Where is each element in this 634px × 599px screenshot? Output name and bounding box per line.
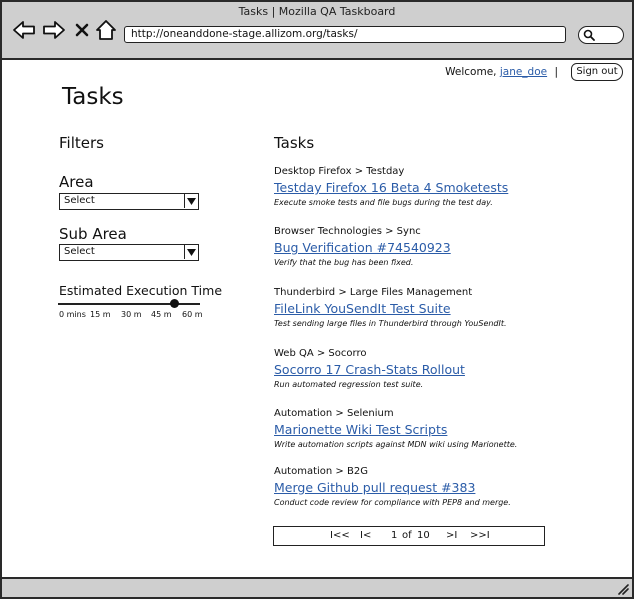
home-icon[interactable] (94, 18, 118, 42)
chevron-down-icon[interactable] (184, 245, 198, 259)
last-page-button[interactable]: >>I (470, 530, 490, 541)
browser-toolbar: Tasks | Mozilla QA Taskboard http://onea… (2, 2, 632, 60)
task-description: Test sending large files in Thunderbird … (274, 319, 507, 328)
slider-handle[interactable] (169, 299, 179, 308)
window-title: Tasks | Mozilla QA Taskboard (238, 5, 396, 18)
subarea-select-value: Select (64, 246, 95, 257)
task-title-link[interactable]: FileLink YouSendIt Test Suite (274, 301, 564, 316)
slider-tick-label: 30 m (121, 310, 142, 319)
task-category: Automation > B2G (274, 466, 368, 477)
task-item: Browser Technologies > Sync Bug Verifica… (274, 226, 564, 267)
welcome-message: Welcome, jane_doe | (445, 66, 562, 78)
subarea-label: Sub Area (59, 225, 127, 243)
task-title-link[interactable]: Socorro 17 Crash-Stats Rollout (274, 362, 564, 377)
task-category: Web QA > Socorro (274, 348, 367, 359)
task-category: Automation > Selenium (274, 408, 394, 419)
task-title-link[interactable]: Testday Firefox 16 Beta 4 Smoketests (274, 180, 564, 195)
back-arrow-icon[interactable] (12, 18, 36, 42)
first-page-button[interactable]: I<< (330, 530, 350, 541)
filters-heading: Filters (59, 134, 104, 152)
task-description: Execute smoke tests and file bugs during… (274, 198, 493, 207)
page-title: Tasks (62, 84, 124, 110)
area-select[interactable]: Select (59, 193, 199, 210)
task-item: Automation > B2G Merge Github pull reque… (274, 466, 564, 507)
browser-search-field[interactable] (578, 26, 624, 44)
previous-page-button[interactable]: I< (360, 530, 371, 541)
task-category: Thunderbird > Large Files Management (274, 287, 473, 298)
pagination: I<< I< 1 of 10 >I >>I (273, 526, 545, 546)
slider-tick-label: 15 m (90, 310, 111, 319)
task-category: Desktop Firefox > Testday (274, 166, 405, 177)
slider-tick-label: 0 mins (59, 310, 86, 319)
task-category: Browser Technologies > Sync (274, 226, 421, 237)
status-bar (2, 577, 632, 597)
area-label: Area (59, 173, 94, 191)
task-title-link[interactable]: Merge Github pull request #383 (274, 480, 564, 495)
browser-window: Tasks | Mozilla QA Taskboard http://onea… (0, 0, 634, 599)
page-content: Welcome, jane_doe | Sign out Tasks Filte… (2, 60, 632, 577)
resize-grip-icon[interactable] (616, 582, 629, 595)
execution-time-label: Estimated Execution Time (59, 283, 223, 298)
page-of-text: of (402, 530, 412, 541)
task-description: Conduct code review for compliance with … (274, 498, 511, 507)
area-select-value: Select (64, 195, 95, 206)
task-title-link[interactable]: Marionette Wiki Test Scripts (274, 422, 564, 437)
task-item: Desktop Firefox > Testday Testday Firefo… (274, 166, 564, 207)
task-item: Automation > Selenium Marionette Wiki Te… (274, 408, 564, 449)
slider-tick-label: 60 m (182, 310, 203, 319)
task-item: Web QA > Socorro Socorro 17 Crash-Stats … (274, 348, 564, 389)
task-title-link[interactable]: Bug Verification #74540923 (274, 240, 564, 255)
task-item: Thunderbird > Large Files Management Fil… (274, 287, 564, 328)
slider-tick-label: 45 m (151, 310, 172, 319)
username-link[interactable]: jane_doe (500, 66, 547, 78)
search-icon (583, 29, 595, 41)
forward-arrow-icon[interactable] (42, 18, 66, 42)
task-description: Run automated regression test suite. (274, 380, 424, 389)
stop-x-icon[interactable] (70, 18, 94, 42)
subarea-select[interactable]: Select (59, 244, 199, 261)
task-description: Verify that the bug has been fixed. (274, 258, 414, 267)
chevron-down-icon[interactable] (184, 194, 198, 208)
next-page-button[interactable]: >I (446, 530, 457, 541)
current-page-number: 1 (391, 530, 398, 541)
total-pages: 10 (417, 530, 430, 541)
header-separator: | (554, 66, 558, 78)
address-bar[interactable]: http://oneanddone-stage.allizom.org/task… (124, 26, 566, 43)
tasks-heading: Tasks (274, 134, 315, 152)
welcome-text: Welcome, (445, 66, 497, 78)
sign-out-button[interactable]: Sign out (571, 63, 623, 81)
task-description: Write automation scripts against MDN wik… (274, 440, 518, 449)
